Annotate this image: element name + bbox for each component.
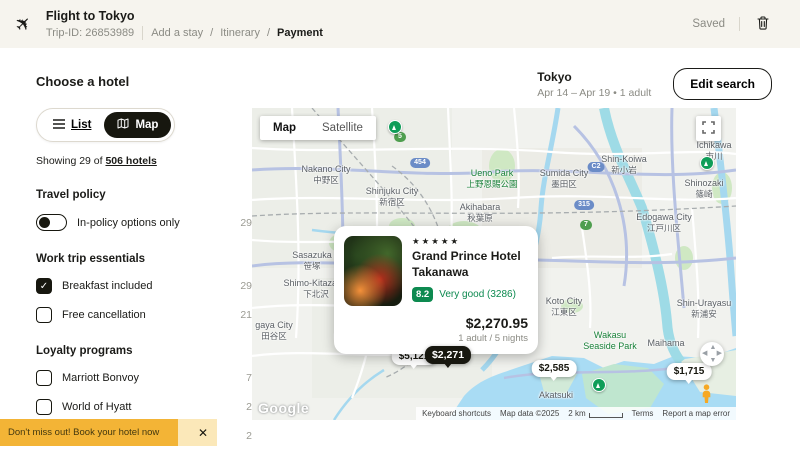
results-summary: Showing 29 of 506 hotels (36, 155, 252, 167)
poi-marker-icon[interactable] (700, 156, 714, 170)
route-shield: C2 (588, 162, 605, 172)
route-shield: 315 (574, 200, 594, 210)
map-attribution: Keyboard shortcuts Map data ©2025 2 km T… (416, 407, 736, 420)
pan-right-icon: ▶ (717, 350, 722, 357)
marriott-label: Marriott Bonvoy (62, 372, 246, 384)
destination-label: Tokyo (537, 70, 651, 84)
pan-control[interactable]: ▲ ▼ ◀ ▶ (700, 342, 724, 366)
map-data-label: Map data ©2025 (500, 409, 559, 418)
in-policy-count: 29 (240, 217, 252, 229)
divider (142, 26, 143, 40)
list-view-label: List (71, 119, 91, 131)
toggle-knob (39, 217, 50, 228)
list-icon (53, 119, 65, 132)
free-cancellation-checkbox[interactable] (36, 307, 52, 323)
breakfast-label: Breakfast included (62, 280, 240, 292)
hyatt-filter-row: World of Hyatt 2 (36, 399, 252, 415)
breadcrumb-payment[interactable]: Payment (277, 27, 323, 39)
edit-search-button[interactable]: Edit search (673, 68, 772, 100)
rating-badge: 8.2 (412, 287, 433, 302)
trip-title: Flight to Tokyo (46, 9, 323, 23)
map[interactable]: 5 454 C2 315 7 Nakano City中野区 Shinjuku C… (252, 108, 736, 420)
map-type-satellite-button[interactable]: Satellite (309, 116, 376, 140)
loyalty-heading: Loyalty programs (36, 345, 252, 357)
page-toolbar: Choose a hotel Tokyo Apr 14 – Apr 19 • 1… (0, 48, 800, 108)
poi-marker-icon[interactable] (388, 120, 402, 134)
page-title: Choose a hotel (36, 68, 129, 89)
map-scale: 2 km (568, 409, 622, 418)
breakfast-count: 29 (240, 280, 252, 292)
terms-link[interactable]: Terms (632, 409, 654, 418)
map-view-label: Map (135, 119, 158, 131)
delete-trip-button[interactable] (754, 13, 772, 36)
saved-status: Saved (692, 18, 725, 30)
pan-up-icon: ▲ (710, 344, 717, 351)
breadcrumb-add-a-stay[interactable]: Add a stay (151, 27, 203, 39)
airplane-icon: ✈ (12, 12, 37, 37)
keyboard-shortcuts-link[interactable]: Keyboard shortcuts (422, 409, 491, 418)
hilton-count: 2 (246, 430, 252, 442)
breakfast-checkbox[interactable]: ✓ (36, 278, 52, 294)
report-error-link[interactable]: Report a map error (662, 409, 730, 418)
view-toggle: List Map (36, 108, 175, 142)
fullscreen-button[interactable] (696, 116, 721, 141)
promo-text: Don't miss out! Book your hotel now (8, 427, 159, 438)
hotel-price: $2,270.95 (344, 315, 528, 331)
route-shield: 7 (580, 220, 592, 230)
free-cancellation-label: Free cancellation (62, 309, 240, 321)
promo-banner: Don't miss out! Book your hotel now ✕ (0, 419, 217, 446)
hotel-photo (344, 236, 402, 306)
close-icon[interactable]: ✕ (198, 426, 208, 440)
pegman-icon[interactable] (700, 384, 713, 409)
results-count-text: Showing 29 of (36, 155, 105, 167)
breadcrumb-separator: / (210, 27, 213, 39)
pan-down-icon: ▼ (710, 357, 717, 364)
poi-marker-icon[interactable] (592, 378, 606, 392)
hotel-card[interactable]: ★★★★★ Grand Prince Hotel Takanawa 8.2 Ve… (334, 226, 538, 354)
pan-left-icon: ◀ (702, 350, 707, 357)
marriott-checkbox[interactable] (36, 370, 52, 386)
results-count-link[interactable]: 506 hotels (105, 155, 156, 167)
app-header: ✈ Flight to Tokyo Trip-ID: 26853989 Add … (0, 0, 800, 48)
reviews-label: Very good (3286) (439, 289, 516, 300)
breadcrumb-itinerary[interactable]: Itinerary (220, 27, 260, 39)
in-policy-label: In-policy options only (77, 217, 240, 229)
hyatt-checkbox[interactable] (36, 399, 52, 415)
google-logo: Google (258, 400, 309, 416)
fullscreen-icon (702, 121, 715, 137)
map-type-control: Map Satellite (260, 116, 376, 140)
breakfast-filter-row: ✓ Breakfast included 29 (36, 278, 252, 294)
price-pin[interactable]: $2,585 (532, 360, 577, 377)
in-policy-filter-row: In-policy options only 29 (36, 214, 252, 231)
list-view-button[interactable]: List (40, 113, 104, 138)
price-pin-selected[interactable]: $2,271 (425, 346, 471, 364)
stay-summary: 1 adult / 5 nights (344, 333, 528, 344)
travel-policy-heading: Travel policy (36, 189, 252, 201)
trash-icon (756, 15, 770, 34)
breadcrumb-separator: / (267, 27, 270, 39)
filters-sidebar: List Map Showing 29 of 506 hotels Travel… (0, 108, 252, 449)
hotel-name: Grand Prince Hotel Takanawa (412, 249, 528, 280)
dates-summary: Apr 14 – Apr 19 • 1 adult (537, 87, 651, 99)
divider (739, 17, 740, 31)
free-cancellation-filter-row: Free cancellation 21 (36, 307, 252, 323)
page: ✈ Flight to Tokyo Trip-ID: 26853989 Add … (0, 0, 800, 449)
marriott-filter-row: Marriott Bonvoy 7 (36, 370, 252, 386)
hyatt-label: World of Hyatt (62, 401, 246, 413)
map-icon (117, 118, 129, 132)
free-cancellation-count: 21 (240, 309, 252, 321)
star-rating: ★★★★★ (412, 236, 528, 247)
work-trip-heading: Work trip essentials (36, 253, 252, 265)
breadcrumb: Add a stay / Itinerary / Payment (151, 27, 323, 39)
price-pin[interactable]: $1,715 (667, 363, 712, 380)
scale-bar (589, 413, 623, 418)
in-policy-toggle[interactable] (36, 214, 67, 231)
trip-id: Trip-ID: 26853989 (46, 27, 134, 39)
map-view-button[interactable]: Map (104, 112, 171, 138)
map-type-map-button[interactable]: Map (260, 116, 309, 140)
route-shield: 454 (410, 158, 430, 168)
